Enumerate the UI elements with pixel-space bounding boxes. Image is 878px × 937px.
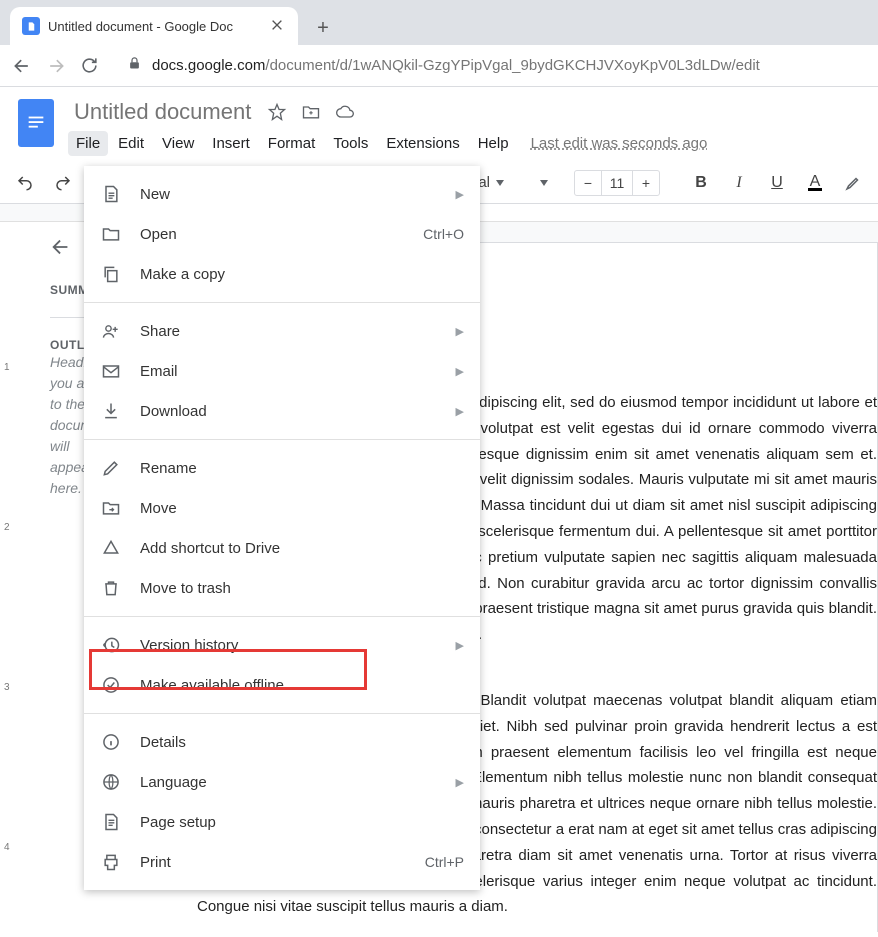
- submenu-arrow-icon: ▶: [456, 776, 464, 789]
- menu-details[interactable]: Details: [84, 722, 480, 762]
- menu-tools[interactable]: Tools: [325, 131, 376, 156]
- menu-add-shortcut[interactable]: Add shortcut to Drive: [84, 528, 480, 568]
- url-bar[interactable]: docs.google.com/document/d/1wANQkil-GzgY…: [113, 51, 866, 81]
- docs-logo[interactable]: [14, 99, 58, 155]
- star-icon[interactable]: [267, 102, 287, 122]
- submenu-arrow-icon: ▶: [456, 639, 464, 652]
- url-host: docs.google.com: [152, 57, 265, 74]
- bold-button[interactable]: B: [686, 168, 716, 198]
- lock-icon: [127, 56, 142, 75]
- undo-button[interactable]: [10, 168, 40, 198]
- submenu-arrow-icon: ▶: [456, 188, 464, 201]
- menu-help[interactable]: Help: [470, 131, 517, 156]
- menu-available-offline[interactable]: Make available offline: [84, 665, 480, 705]
- browser-tab[interactable]: Untitled document - Google Doc: [10, 7, 298, 45]
- offline-icon: [100, 674, 122, 696]
- menu-download[interactable]: Download ▶: [84, 391, 480, 431]
- menu-version-history[interactable]: Version history ▶: [84, 625, 480, 665]
- redo-button[interactable]: [48, 168, 78, 198]
- rename-icon: [100, 457, 122, 479]
- font-size-decrease[interactable]: −: [575, 170, 601, 196]
- menu-move-to-trash[interactable]: Move to trash: [84, 568, 480, 608]
- last-edit-link[interactable]: Last edit was seconds ago: [531, 135, 708, 152]
- menu-view[interactable]: View: [154, 131, 202, 156]
- docs-favicon-icon: [22, 17, 40, 35]
- page-setup-icon: [100, 811, 122, 833]
- app-header: Untitled document File Edit View Insert …: [0, 87, 878, 156]
- document-icon: [100, 183, 122, 205]
- menu-move[interactable]: Move: [84, 488, 480, 528]
- menu-new[interactable]: New ▶: [84, 174, 480, 214]
- file-menu-dropdown: New ▶ Open Ctrl+O Make a copy Share ▶ Em…: [84, 166, 480, 890]
- cloud-status-icon[interactable]: [335, 102, 355, 122]
- submenu-arrow-icon: ▶: [456, 405, 464, 418]
- email-icon: [100, 360, 122, 382]
- move-folder-icon[interactable]: [301, 102, 321, 122]
- folder-icon: [100, 223, 122, 245]
- url-path: /document/d/1wANQkil-GzgYPipVgal_9bydGKC…: [265, 57, 759, 74]
- text-color-button[interactable]: A: [800, 168, 830, 198]
- print-icon: [100, 851, 122, 873]
- close-tab-icon[interactable]: [270, 18, 286, 34]
- browser-nav-bar: docs.google.com/document/d/1wANQkil-GzgY…: [0, 45, 878, 87]
- menu-insert[interactable]: Insert: [204, 131, 258, 156]
- menu-make-copy[interactable]: Make a copy: [84, 254, 480, 294]
- menu-file[interactable]: File: [68, 131, 108, 156]
- reload-button[interactable]: [80, 56, 99, 75]
- tab-title: Untitled document - Google Doc: [48, 19, 262, 34]
- font-dropdown-icon[interactable]: [540, 180, 548, 186]
- menu-extensions[interactable]: Extensions: [378, 131, 467, 156]
- menu-print[interactable]: Print Ctrl+P: [84, 842, 480, 882]
- menubar: File Edit View Insert Format Tools Exten…: [68, 131, 862, 156]
- submenu-arrow-icon: ▶: [456, 325, 464, 338]
- move-icon: [100, 497, 122, 519]
- paragraph-style-dropdown[interactable]: al: [478, 174, 504, 191]
- menu-format[interactable]: Format: [260, 131, 324, 156]
- highlighter-icon[interactable]: [838, 168, 868, 198]
- drive-shortcut-icon: [100, 537, 122, 559]
- font-size-increase[interactable]: +: [633, 170, 659, 196]
- trash-icon: [100, 577, 122, 599]
- shortcut-text: Ctrl+P: [425, 854, 464, 870]
- download-icon: [100, 400, 122, 422]
- menu-rename[interactable]: Rename: [84, 448, 480, 488]
- menu-page-setup[interactable]: Page setup: [84, 802, 480, 842]
- browser-tab-strip: Untitled document - Google Doc +: [0, 0, 878, 45]
- underline-button[interactable]: U: [762, 168, 792, 198]
- share-icon: [100, 320, 122, 342]
- copy-icon: [100, 263, 122, 285]
- font-size-value[interactable]: 11: [601, 171, 633, 195]
- italic-button[interactable]: I: [724, 168, 754, 198]
- menu-email[interactable]: Email ▶: [84, 351, 480, 391]
- menu-open[interactable]: Open Ctrl+O: [84, 214, 480, 254]
- back-button[interactable]: [12, 56, 32, 76]
- forward-button[interactable]: [46, 56, 66, 76]
- font-size-control: − 11 +: [574, 170, 660, 196]
- menu-edit[interactable]: Edit: [110, 131, 152, 156]
- vertical-ruler: 1 2 3 4: [0, 222, 20, 932]
- outline-collapse-icon[interactable]: [50, 245, 72, 262]
- info-icon: [100, 731, 122, 753]
- submenu-arrow-icon: ▶: [456, 365, 464, 378]
- globe-icon: [100, 771, 122, 793]
- document-title[interactable]: Untitled document: [68, 98, 257, 126]
- menu-language[interactable]: Language ▶: [84, 762, 480, 802]
- menu-share[interactable]: Share ▶: [84, 311, 480, 351]
- shortcut-text: Ctrl+O: [423, 226, 464, 242]
- history-icon: [100, 634, 122, 656]
- new-tab-button[interactable]: +: [308, 13, 338, 43]
